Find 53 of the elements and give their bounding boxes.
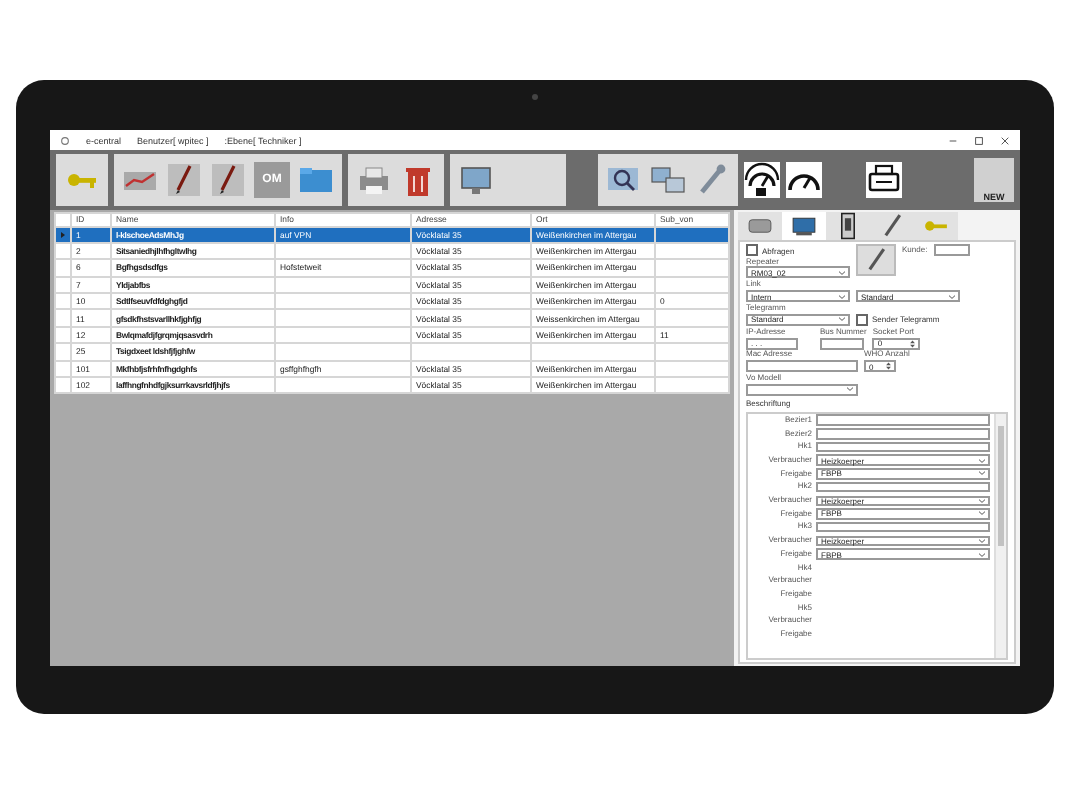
row-pointer-icon: [60, 231, 66, 238]
table-cell: [655, 343, 729, 361]
table-cell: [275, 293, 411, 310]
monitor-icon[interactable]: [458, 162, 494, 198]
pen-icon[interactable]: [210, 162, 246, 198]
pen-button[interactable]: [856, 244, 896, 276]
maximize-icon[interactable]: [974, 135, 984, 145]
input-field[interactable]: [746, 360, 858, 373]
gauge-icon[interactable]: [744, 162, 780, 198]
wrench-icon[interactable]: [694, 162, 730, 198]
table-cell: [275, 343, 411, 361]
gauge-icon[interactable]: [786, 162, 822, 198]
folder-icon[interactable]: [298, 162, 334, 198]
dropdown-caret-icon: [837, 293, 845, 300]
pen-icon[interactable]: [166, 162, 202, 198]
table-cell: [411, 343, 531, 361]
checkbox[interactable]: [856, 313, 868, 326]
table-cell: [275, 326, 411, 344]
table-cell: [655, 309, 729, 327]
spinner-arrows-icon: [910, 339, 916, 348]
camera-dot: [532, 94, 538, 100]
tab[interactable]: [826, 212, 870, 240]
close-icon[interactable]: [1000, 135, 1010, 145]
table-cell: [655, 242, 729, 260]
table-cell: [531, 343, 655, 361]
table-cell: [275, 276, 411, 294]
dropdown-caret-icon: [947, 293, 955, 300]
dropdown-caret-icon: [837, 269, 845, 276]
tab[interactable]: [782, 212, 826, 240]
dropdown[interactable]: [746, 383, 858, 396]
app-icon: [60, 135, 70, 145]
checkbox[interactable]: [746, 244, 758, 256]
input-field[interactable]: [820, 337, 864, 350]
table-cell: [275, 242, 411, 260]
input-field[interactable]: [816, 428, 990, 440]
spinner-arrows-icon: [886, 362, 891, 371]
table-cell: [655, 259, 729, 277]
dropdown-caret-icon: [845, 386, 853, 393]
input-field[interactable]: [816, 481, 990, 493]
printer-icon[interactable]: [866, 162, 902, 198]
table-cell: [655, 377, 729, 394]
minimize-icon[interactable]: [948, 135, 958, 145]
input-field[interactable]: [816, 521, 990, 533]
trash-icon[interactable]: [400, 162, 436, 198]
table-cell: [655, 276, 729, 294]
input-field[interactable]: [933, 244, 970, 256]
input-field[interactable]: [816, 414, 990, 426]
table-cell: [655, 360, 729, 378]
table-cell: [275, 309, 411, 327]
table-cell: [275, 377, 411, 394]
input-field[interactable]: [816, 441, 990, 453]
dropdown-caret-icon: [837, 316, 845, 323]
monitor-icon[interactable]: [790, 212, 818, 240]
